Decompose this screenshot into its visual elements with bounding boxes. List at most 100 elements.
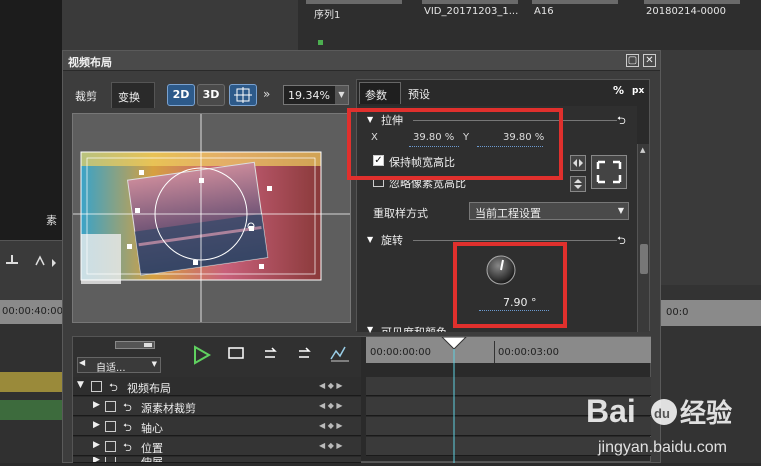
unit-px-button[interactable]: px [632, 86, 644, 96]
swap-vertical-button[interactable] [570, 176, 586, 192]
loop-icon: ⮌ [109, 381, 118, 394]
enable-checkbox[interactable] [105, 441, 116, 452]
close-button[interactable]: ✕ [643, 54, 656, 67]
preview-canvas[interactable] [72, 113, 351, 323]
tree-row[interactable]: ▶ ⮌ 源素材裁剪 ◀ ◆ ▶ [73, 397, 361, 416]
scroll-thumb[interactable] [640, 244, 648, 274]
grid-icon [234, 87, 252, 103]
track-clip[interactable] [0, 372, 62, 392]
source-toolbar [0, 240, 62, 274]
button-label: 2D [172, 88, 190, 101]
expand-triangle-icon[interactable]: ▶ [93, 400, 100, 410]
reset-icon[interactable]: ⮌ [617, 232, 626, 251]
highlight-rotation [453, 242, 567, 328]
bin-item-label[interactable]: A16 [534, 6, 554, 17]
reset-icon[interactable]: ⮌ [617, 112, 626, 131]
timecode: 00:00:03:00 [498, 347, 560, 358]
preset-dropdown[interactable]: 自适... ▼ [77, 357, 161, 374]
tab-crop[interactable]: 裁剪 [69, 82, 109, 108]
timecode: 00:0 [666, 307, 689, 318]
properties-scrollbar[interactable]: ▲ [637, 144, 649, 332]
chevron-down-icon: ▼ [617, 206, 624, 215]
fit-frame-button[interactable] [591, 155, 627, 189]
track-clip[interactable] [0, 400, 62, 420]
slider-thumb[interactable] [144, 343, 152, 347]
loop-icon: ⮌ [123, 441, 132, 454]
playhead[interactable] [439, 337, 469, 463]
tree-row[interactable]: ▼ ⮌ 视频布局 ◀ ◆ ▶ [73, 377, 361, 396]
enable-checkbox[interactable] [105, 421, 116, 432]
tree-row[interactable]: ▶ 伸展 [73, 457, 361, 463]
keyframe-nav-icons[interactable]: ◀ ◆ ▶ [319, 441, 343, 450]
enable-checkbox[interactable] [105, 401, 116, 412]
graph-icon [330, 346, 346, 360]
tree-row[interactable]: ▶ ⮌ 轴心 ◀ ◆ ▶ [73, 417, 361, 436]
watermark-brand: Bai [586, 393, 636, 429]
collapse-triangle-icon[interactable]: ▼ [367, 235, 373, 244]
bin-thumbnail[interactable] [422, 0, 518, 4]
tree-label: 位置 [141, 442, 163, 455]
bin-strip: 序列1 VID_20171203_1... A16 20180214-0000 [298, 0, 761, 50]
tab-presets[interactable]: 预设 [403, 82, 441, 104]
bin-thumbnail[interactable] [644, 0, 740, 4]
keyframe-nav-icons[interactable]: ◀ ◆ ▶ [319, 401, 343, 410]
preview-image[interactable] [73, 114, 350, 322]
zoom-slider[interactable] [115, 341, 155, 349]
loop-icon: ⮌ [123, 401, 132, 414]
bin-item-label[interactable]: VID_20171203_1... [424, 6, 518, 17]
maximize-button[interactable]: ▢ [626, 54, 639, 67]
collapse-triangle-icon[interactable]: ▼ [77, 380, 84, 390]
watermark-paw: du [654, 406, 670, 421]
bin-item-label[interactable]: 20180214-0000 [646, 6, 726, 17]
collapse-triangle-icon[interactable]: ▼ [367, 325, 373, 334]
tree-label: 轴心 [141, 422, 163, 435]
chevron-down-icon: ▼ [151, 360, 157, 368]
ruler-tick [494, 341, 495, 363]
expand-triangle-icon[interactable]: ▶ [93, 420, 100, 430]
chevron-down-icon[interactable]: ▼ [335, 86, 348, 104]
keyframe-nav-icons[interactable]: ◀ ◆ ▶ [319, 421, 343, 430]
status-dot [318, 40, 323, 45]
bin-thumbnail[interactable] [306, 0, 402, 4]
baidu-watermark: Bai du 经验 jingyan.baidu.com [586, 386, 761, 463]
tab-parameters[interactable]: 参数 [359, 82, 401, 104]
expand-triangle-icon[interactable]: ▶ [93, 440, 100, 450]
next-key-icon [299, 347, 311, 358]
tab-transform[interactable]: 变换 [111, 82, 155, 108]
bin-thumbnail[interactable] [532, 0, 618, 4]
swap-xy-button[interactable] [570, 155, 586, 171]
baidu-logo: Bai du 经验 jingyan.baidu.com [586, 393, 732, 456]
zoom-value: 19.34% [288, 89, 330, 102]
source-panel-label: 素 [46, 214, 57, 227]
enable-checkbox[interactable] [91, 381, 102, 392]
resample-value: 当前工程设置 [475, 207, 541, 220]
timeline-ruler-left: 00:00:40:00 [0, 300, 64, 324]
mode-2d-button[interactable]: 2D [167, 84, 195, 106]
timecode: 00:00:40:00 [2, 306, 64, 317]
grid-toggle-button[interactable] [229, 84, 257, 106]
tab-label: 变换 [118, 91, 140, 104]
enable-checkbox[interactable] [105, 457, 116, 462]
keyframe-nav-icons[interactable]: ◀ ◆ ▶ [319, 381, 343, 390]
scroll-up-icon[interactable]: ▲ [640, 146, 645, 154]
expand-triangle-icon[interactable]: ▶ [93, 457, 100, 462]
preset-value: 自适... [96, 363, 126, 374]
resample-select[interactable]: 当前工程设置 ▼ [469, 202, 629, 220]
dialog-titlebar[interactable]: 视频布局 ▢ ✕ [63, 51, 660, 71]
timeline-ruler-right: 00:0 [660, 300, 761, 326]
unit-percent-button[interactable]: % [613, 84, 624, 97]
rotation-heading: 旋转 [381, 234, 403, 247]
tree-label: 视频布局 [127, 382, 171, 395]
keyframe-buttons [194, 345, 349, 365]
loop-icon: ⮌ [123, 421, 132, 434]
highlight-stretch [347, 108, 563, 180]
chevron-left-icon[interactable]: ◀ [79, 358, 85, 367]
bin-item-label[interactable]: 序列1 [314, 6, 340, 21]
watermark-url: jingyan.baidu.com [597, 439, 727, 456]
keyframe-ruler[interactable]: 00:00:00:00 00:00:03:00 [366, 337, 651, 363]
double-chevron-icon[interactable]: » [263, 87, 270, 101]
tree-row[interactable]: ▶ ⮌ 位置 ◀ ◆ ▶ [73, 437, 361, 456]
expand-icon [596, 160, 622, 184]
mode-3d-button[interactable]: 3D [197, 84, 225, 106]
button-label: 3D [202, 88, 220, 101]
